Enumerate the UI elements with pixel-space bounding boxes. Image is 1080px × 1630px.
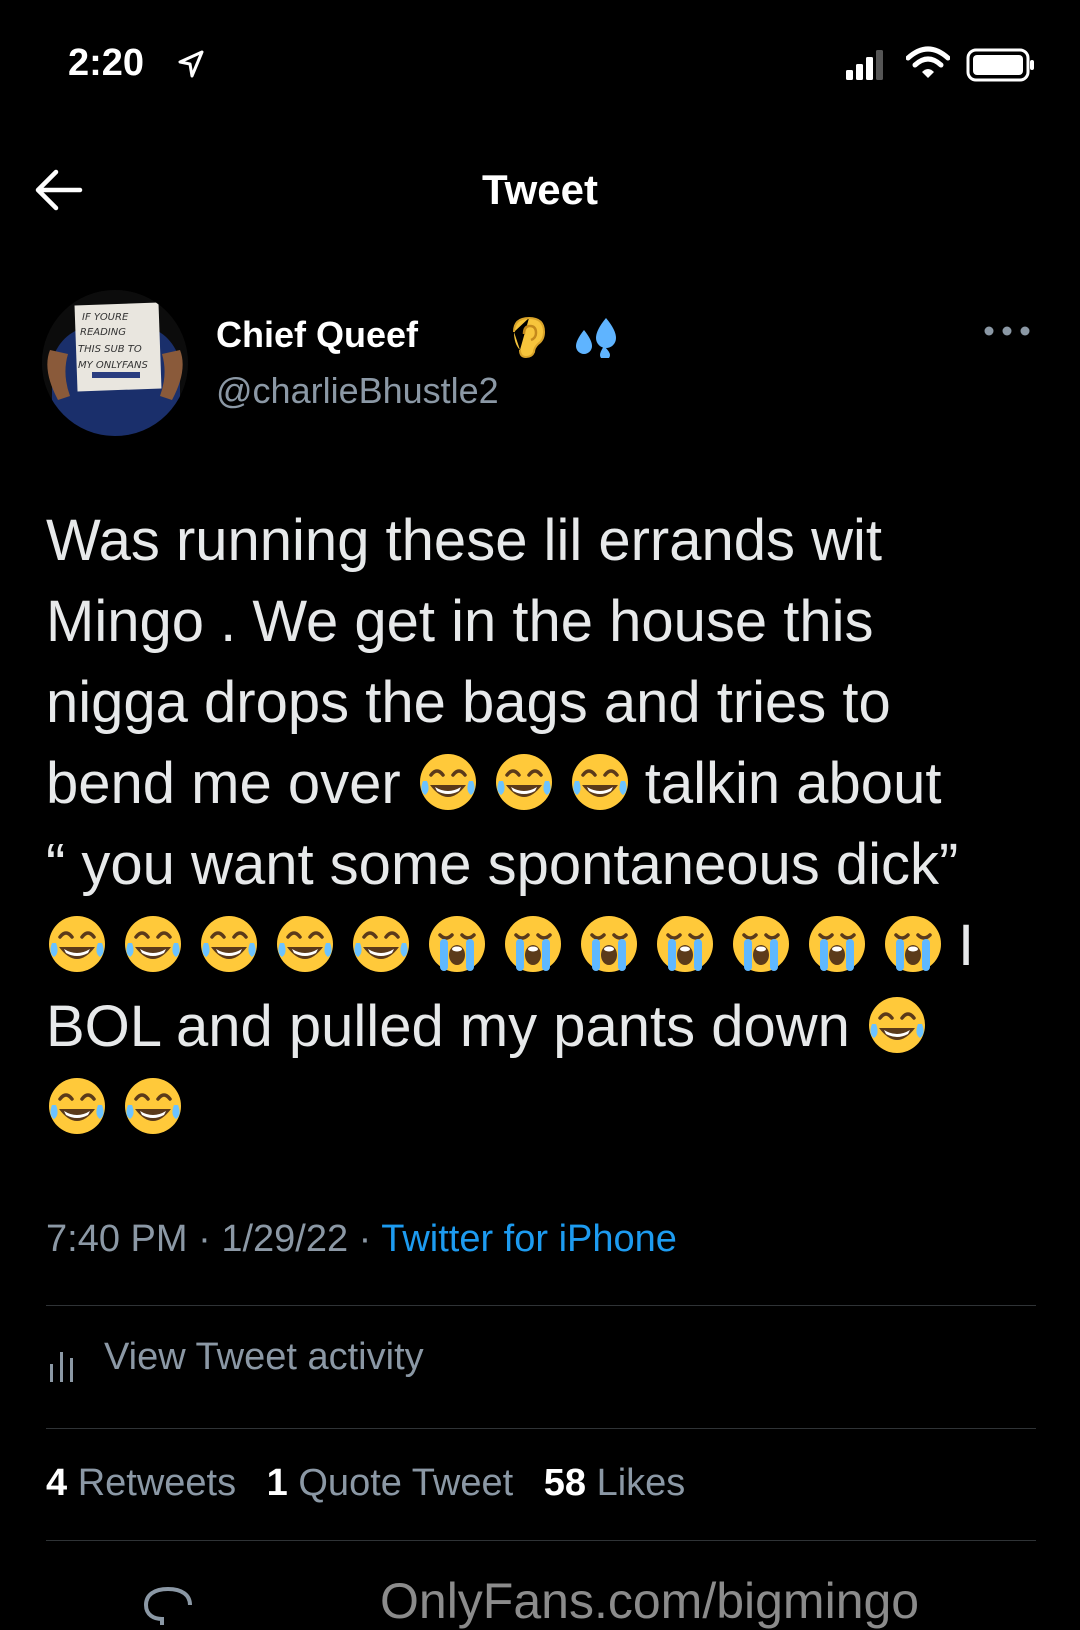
tweet-line bbox=[46, 1067, 1046, 1148]
tweet-text-segment: BOL and pulled my pants down bbox=[46, 994, 867, 1059]
tweet-text-segment: I bbox=[958, 913, 975, 978]
tweet-line: Was running these lil errands wit bbox=[46, 500, 1046, 581]
tweet-line: BOL and pulled my pants down bbox=[46, 986, 1046, 1067]
location-arrow-icon bbox=[178, 50, 204, 78]
user-handle[interactable]: @charlieBhustle2 bbox=[216, 370, 499, 412]
crying-face-emoji-icon bbox=[730, 913, 792, 975]
tweet-text-segment: Was running these lil errands wit bbox=[46, 508, 882, 573]
crying-face-emoji-icon bbox=[502, 913, 564, 975]
tears-of-joy-emoji-icon bbox=[198, 913, 260, 975]
tweet-line: “ you want some spontaneous dick” bbox=[46, 824, 1046, 905]
meta-separator: · bbox=[348, 1218, 382, 1260]
retweets-stat[interactable]: 4 Retweets bbox=[46, 1462, 236, 1504]
meta-separator: · bbox=[187, 1218, 222, 1260]
ear-emoji-icon bbox=[513, 317, 546, 358]
analytics-icon bbox=[50, 1352, 73, 1382]
quotes-count: 1 bbox=[266, 1462, 288, 1504]
more-options-icon[interactable] bbox=[982, 324, 1032, 338]
tears-of-joy-emoji-icon bbox=[866, 994, 928, 1056]
tweet-source-link[interactable]: Twitter for iPhone bbox=[381, 1218, 677, 1260]
status-bar: 2:20 bbox=[0, 0, 1080, 140]
battery-icon bbox=[966, 48, 1034, 82]
tweet-line: I bbox=[46, 905, 1046, 986]
tweet-meta: 7:40 PM · 1/29/22 · Twitter for iPhone bbox=[46, 1218, 677, 1261]
tears-of-joy-emoji-icon bbox=[350, 913, 412, 975]
tweet-author: IF YOURE READING THIS SUB TO MY ONLYFANS… bbox=[42, 290, 1042, 440]
tweet-text-segment: bend me over bbox=[46, 751, 417, 816]
wifi-icon bbox=[906, 46, 950, 78]
tweet-text-segment: Mingo . We get in the house this bbox=[46, 589, 874, 654]
signal-bars-icon bbox=[846, 50, 883, 80]
tweet-text-segment: nigga drops the bags and tries to bbox=[46, 670, 891, 735]
svg-text:MY ONLYFANS: MY ONLYFANS bbox=[78, 360, 148, 371]
svg-text:THIS SUB TO: THIS SUB TO bbox=[78, 344, 142, 355]
likes-stat[interactable]: 58 Likes bbox=[544, 1462, 686, 1504]
crying-face-emoji-icon bbox=[654, 913, 716, 975]
crying-face-emoji-icon bbox=[578, 913, 640, 975]
divider bbox=[46, 1428, 1036, 1429]
tweet-text-segment: “ you want some spontaneous dick” bbox=[46, 832, 959, 897]
crying-face-emoji-icon bbox=[882, 913, 944, 975]
likes-count: 58 bbox=[543, 1462, 586, 1504]
watermark: OnlyFans.com/bigmingo bbox=[380, 1573, 920, 1629]
tweet-time: 7:40 PM bbox=[46, 1218, 188, 1260]
tweet-line: Mingo . We get in the house this bbox=[46, 581, 1046, 662]
quotes-stat[interactable]: 1 Quote Tweet bbox=[267, 1462, 513, 1504]
engagement-stats: 4 Retweets 1 Quote Tweet 58 Likes bbox=[46, 1462, 685, 1505]
tweet-line: bend me over talkin about bbox=[46, 743, 1046, 824]
crying-face-emoji-icon bbox=[806, 913, 868, 975]
status-time: 2:20 bbox=[68, 42, 145, 84]
quotes-label: Quote Tweet bbox=[298, 1462, 514, 1504]
tears-of-joy-emoji-icon bbox=[122, 1075, 184, 1137]
page-title: Tweet bbox=[482, 166, 598, 213]
tweet-date: 1/29/22 bbox=[221, 1218, 349, 1260]
svg-text:IF YOURE: IF YOURE bbox=[82, 312, 129, 323]
tweet-line: nigga drops the bags and tries to bbox=[46, 662, 1046, 743]
tears-of-joy-emoji-icon bbox=[274, 913, 336, 975]
tweet-text: Was running these lil errands wit Mingo .… bbox=[46, 500, 1046, 1148]
avatar[interactable]: IF YOURE READING THIS SUB TO MY ONLYFANS bbox=[42, 290, 188, 436]
retweets-label: Retweets bbox=[77, 1462, 237, 1504]
crying-face-emoji-icon bbox=[426, 913, 488, 975]
divider bbox=[46, 1305, 1036, 1306]
sweat-droplets-icon bbox=[576, 318, 616, 358]
tears-of-joy-emoji-icon bbox=[46, 1075, 108, 1137]
reply-icon[interactable] bbox=[140, 1585, 196, 1625]
display-name[interactable]: Chief Queef bbox=[216, 314, 418, 356]
svg-text:READING: READING bbox=[80, 327, 126, 338]
divider bbox=[46, 1540, 1036, 1541]
likes-label: Likes bbox=[596, 1462, 686, 1504]
tears-of-joy-emoji-icon bbox=[46, 913, 108, 975]
nav-header: Tweet bbox=[0, 150, 1080, 230]
tears-of-joy-emoji-icon bbox=[493, 751, 555, 813]
retweets-count: 4 bbox=[46, 1462, 68, 1504]
avatar-image: IF YOURE READING THIS SUB TO MY ONLYFANS bbox=[42, 290, 188, 436]
tears-of-joy-emoji-icon bbox=[122, 913, 184, 975]
tweet-text-segment: talkin about bbox=[644, 751, 942, 816]
view-activity-label: View Tweet activity bbox=[104, 1336, 424, 1378]
tears-of-joy-emoji-icon bbox=[569, 751, 631, 813]
tears-of-joy-emoji-icon bbox=[417, 751, 479, 813]
